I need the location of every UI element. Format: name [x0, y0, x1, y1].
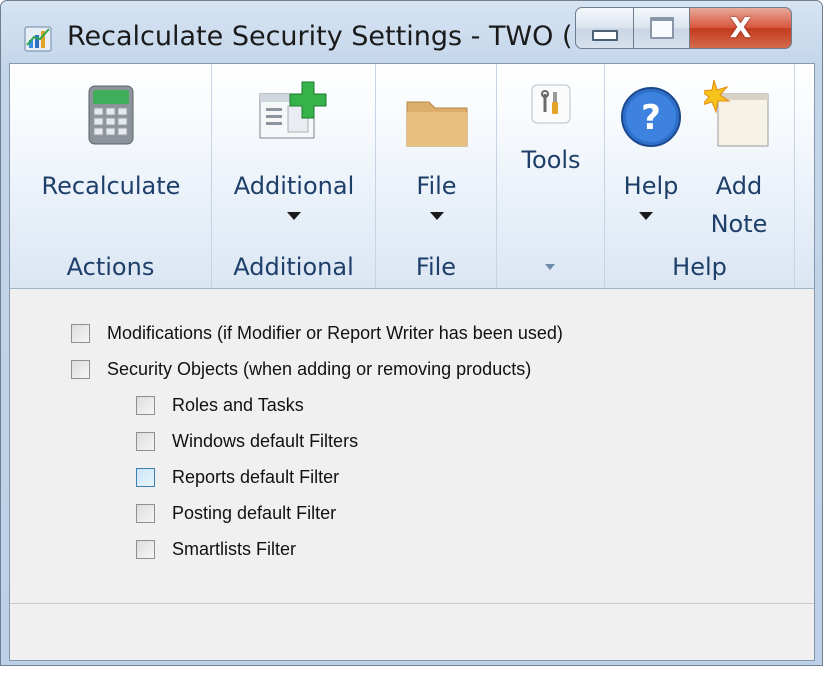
minimize-icon — [591, 29, 618, 41]
help-button[interactable]: ? Help — [609, 64, 693, 244]
ribbon-group-help: ? Help Add Note Help — [605, 64, 795, 288]
folder-icon — [406, 101, 467, 147]
ribbon-group-additional: Additional Additional — [212, 64, 376, 288]
tools-icon — [531, 84, 571, 124]
maximize-button[interactable] — [634, 7, 690, 49]
file-dropdown-arrow-icon — [429, 212, 444, 220]
ribbon-group-actions: Recalculate Actions — [10, 64, 212, 288]
app-chart-icon — [24, 26, 52, 52]
file-button[interactable]: File — [376, 64, 497, 244]
additional-button[interactable]: Additional — [212, 64, 376, 244]
ribbon: Recalculate Actions Additional Additiona… — [10, 64, 814, 289]
roles-and-tasks-label: Roles and Tasks — [172, 394, 304, 415]
reports-default-filter-checkbox[interactable] — [136, 467, 155, 487]
tools-label: Tools — [521, 146, 581, 174]
close-icon: X — [729, 11, 752, 44]
minimize-button[interactable] — [575, 7, 634, 49]
options-panel: Modifications (if Modifier or Report Wri… — [10, 289, 814, 604]
posting-default-filter-checkbox[interactable] — [136, 503, 155, 523]
help-label: Help — [623, 172, 679, 200]
option-security-objects[interactable]: Security Objects (when adding or removin… — [71, 357, 531, 381]
maximize-icon — [649, 17, 674, 39]
posting-default-filter-label: Posting default Filter — [172, 502, 337, 523]
help-icon: ? — [621, 87, 681, 147]
windows-default-filters-checkbox[interactable] — [136, 431, 155, 451]
option-smartlists-filter[interactable]: Smartlists Filter — [136, 537, 296, 561]
calculator-icon — [88, 85, 134, 145]
security-objects-checkbox[interactable] — [71, 359, 90, 379]
group-label-file: File — [415, 253, 457, 281]
smartlists-filter-label: Smartlists Filter — [172, 538, 297, 559]
recalculate-label: Recalculate — [41, 172, 181, 200]
app-window: Recalculate Security Settings - TWO (...… — [0, 0, 823, 666]
tools-group-expand-arrow-icon[interactable] — [545, 264, 555, 270]
window-add-icon — [259, 81, 327, 139]
security-objects-label: Security Objects (when adding or removin… — [107, 358, 532, 379]
option-posting-default-filter[interactable]: Posting default Filter — [136, 501, 336, 525]
note-icon — [704, 79, 769, 147]
tools-button[interactable]: Tools — [497, 64, 605, 244]
title-bar[interactable]: Recalculate Security Settings - TWO (...… — [1, 1, 822, 63]
additional-label: Additional — [233, 172, 355, 200]
caption-buttons: X — [575, 7, 792, 49]
roles-and-tasks-checkbox[interactable] — [136, 395, 155, 415]
recalculate-button[interactable]: Recalculate — [10, 64, 212, 244]
add-note-label-line1: Add — [715, 172, 763, 200]
add-note-button[interactable]: Add Note — [697, 64, 781, 244]
option-reports-default-filter[interactable]: Reports default Filter — [136, 465, 339, 489]
additional-dropdown-arrow-icon — [287, 212, 301, 220]
svg-text:?: ? — [641, 98, 661, 138]
reports-default-filter-label: Reports default Filter — [172, 466, 340, 487]
group-label-additional: Additional — [233, 253, 354, 281]
window-title: Recalculate Security Settings - TWO (... — [67, 21, 599, 52]
windows-default-filters-label: Windows default Filters — [172, 430, 359, 451]
modifications-checkbox[interactable] — [71, 323, 90, 343]
option-windows-default-filters[interactable]: Windows default Filters — [136, 429, 358, 453]
option-roles-and-tasks[interactable]: Roles and Tasks — [136, 393, 304, 417]
file-label: File — [416, 172, 457, 200]
add-note-label-line2: Note — [710, 210, 768, 238]
option-modifications[interactable]: Modifications (if Modifier or Report Wri… — [71, 321, 563, 345]
close-button[interactable]: X — [690, 7, 792, 49]
group-label-help: Help — [672, 253, 727, 281]
window-client-area: Recalculate Actions Additional Additiona… — [9, 63, 815, 661]
ribbon-group-tools: Tools — [497, 64, 605, 288]
ribbon-group-file: File File — [376, 64, 497, 288]
help-dropdown-arrow-icon — [639, 212, 653, 220]
modifications-label: Modifications (if Modifier or Report Wri… — [107, 322, 563, 343]
smartlists-filter-checkbox[interactable] — [136, 539, 155, 559]
status-bar — [10, 604, 814, 660]
group-label-actions: Actions — [66, 253, 155, 281]
